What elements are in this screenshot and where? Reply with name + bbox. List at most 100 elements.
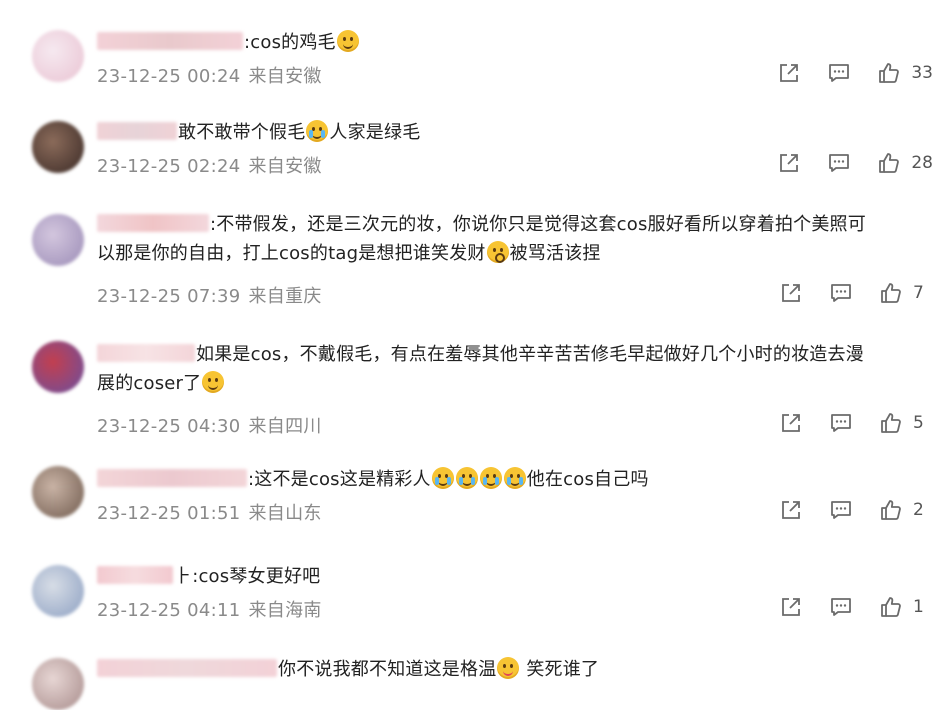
- cry-emoji-icon: [503, 467, 526, 489]
- username-blurred[interactable]: [97, 214, 209, 232]
- comment-actions: 33: [751, 60, 933, 86]
- comment-text-segment: 如果是cos，不戴假毛，有点在羞辱其他辛辛苦苦修毛早起做好几个小时的妆造去漫: [196, 344, 864, 365]
- like-count: 7: [913, 283, 924, 303]
- reply-button[interactable]: [829, 595, 853, 619]
- comment-actions: 5: [753, 410, 933, 436]
- cry-laugh-emoji-icon: [306, 120, 329, 142]
- comment-text-segment: 人家是绿毛: [329, 122, 421, 143]
- share-button[interactable]: [779, 498, 803, 522]
- avatar[interactable]: [32, 658, 84, 710]
- comment-line: 敢不敢带个假毛 人家是绿毛: [97, 118, 935, 147]
- avatar[interactable]: [32, 30, 84, 82]
- like-count: 1: [913, 597, 924, 617]
- share-button[interactable]: [779, 281, 803, 305]
- comment-meta: 23-12-25 04:11 来自海南: [97, 596, 330, 622]
- comment-text-segment: 你不说我都不知道这是格温: [278, 659, 497, 680]
- comment-meta: 23-12-25 00:24 来自安徽: [97, 62, 330, 88]
- comment-text-segment: :cos的鸡毛: [244, 32, 336, 53]
- like-count: 5: [913, 413, 924, 433]
- think-emoji-icon: [202, 371, 225, 393]
- comment-line: :不带假发，还是三次元的妆，你说你只是觉得这套cos服好看所以穿着拍个美照可: [97, 210, 935, 239]
- share-button[interactable]: [777, 151, 801, 175]
- comment-text-segment: ⺊:cos琴女更好吧: [174, 566, 321, 587]
- like-button[interactable]: 1: [879, 595, 933, 619]
- like-button[interactable]: 7: [879, 281, 933, 305]
- reply-button[interactable]: [829, 411, 853, 435]
- comment-text-segment: :不带假发，还是三次元的妆，你说你只是觉得这套cos服好看所以穿着拍个美照可: [210, 214, 866, 235]
- like-button[interactable]: 5: [879, 411, 933, 435]
- comment-icon: [831, 501, 851, 519]
- comment-text-segment: 展的coser了: [97, 373, 202, 394]
- comment-icon: [831, 414, 851, 432]
- avatar[interactable]: [32, 214, 84, 266]
- comment-timestamp: 23-12-25 00:24: [97, 66, 241, 87]
- comment-text-segment: 笑死谁了: [520, 659, 600, 680]
- reply-button[interactable]: [827, 151, 851, 175]
- username-blurred[interactable]: [97, 469, 247, 487]
- username-blurred[interactable]: [97, 32, 243, 50]
- comment-line: 如果是cos，不戴假毛，有点在羞辱其他辛辛苦苦修毛早起做好几个小时的妆造去漫: [97, 340, 935, 369]
- thumbs-up-icon: [879, 63, 900, 83]
- comment-line: :cos的鸡毛: [97, 28, 935, 57]
- share-button[interactable]: [779, 595, 803, 619]
- comment-meta: 23-12-25 07:39 来自重庆: [97, 282, 330, 308]
- like-count: 33: [911, 63, 933, 83]
- username-blurred[interactable]: [97, 566, 173, 584]
- username-blurred[interactable]: [97, 659, 277, 677]
- username-blurred[interactable]: [97, 344, 195, 362]
- thumbs-up-icon: [881, 500, 901, 520]
- cry-emoji-icon: [431, 467, 454, 489]
- reply-button[interactable]: [829, 498, 853, 522]
- share-button[interactable]: [777, 61, 801, 85]
- comment-location: 来自海南: [248, 600, 322, 621]
- comment-location: 来自山东: [248, 503, 322, 524]
- avatar[interactable]: [32, 341, 84, 393]
- tongue-emoji-icon: [497, 657, 520, 679]
- share-icon: [782, 284, 800, 302]
- comment-timestamp: 23-12-25 04:11: [97, 600, 241, 621]
- comment-content: ⺊:cos琴女更好吧: [97, 562, 935, 591]
- share-icon: [782, 501, 800, 519]
- share-button[interactable]: [779, 411, 803, 435]
- comment-line: 以那是你的自由，打上cos的tag是想把谁笑发财 被骂活该捏: [97, 239, 935, 268]
- cry-emoji-icon: [479, 467, 502, 489]
- like-button[interactable]: 33: [877, 61, 933, 85]
- like-count: 28: [911, 153, 933, 173]
- comment-content: :cos的鸡毛: [97, 28, 935, 57]
- thumbs-up-icon: [881, 597, 901, 617]
- reply-button[interactable]: [827, 61, 851, 85]
- thumbs-up-icon: [879, 153, 900, 173]
- comment-location: 来自安徽: [248, 66, 322, 87]
- share-icon: [782, 414, 800, 432]
- comment-location: 来自安徽: [248, 156, 322, 177]
- avatar[interactable]: [32, 565, 84, 617]
- scream-emoji-icon: [486, 241, 509, 263]
- reply-button[interactable]: [829, 281, 853, 305]
- avatar[interactable]: [32, 121, 84, 173]
- comment-content: 如果是cos，不戴假毛，有点在羞辱其他辛辛苦苦修毛早起做好几个小时的妆造去漫展的…: [97, 340, 935, 398]
- comment-text-segment: 以那是你的自由，打上cos的tag是想把谁笑发财: [97, 243, 486, 264]
- comment-timestamp: 23-12-25 07:39: [97, 286, 241, 307]
- comment-line: :这不是cos这是精彩人 他在cos自己吗: [97, 465, 935, 494]
- comment-content: :不带假发，还是三次元的妆，你说你只是觉得这套cos服好看所以穿着拍个美照可以那…: [97, 210, 935, 268]
- avatar[interactable]: [32, 466, 84, 518]
- comment-actions: 7: [753, 280, 933, 306]
- comment-location: 来自重庆: [248, 286, 322, 307]
- like-button[interactable]: 28: [877, 151, 933, 175]
- share-icon: [782, 598, 800, 616]
- comment-actions: 1: [753, 594, 933, 620]
- comment-line: ⺊:cos琴女更好吧: [97, 562, 935, 591]
- username-blurred[interactable]: [97, 122, 177, 140]
- thumbs-up-icon: [881, 413, 901, 433]
- comment-icon: [831, 598, 851, 616]
- comment-text-segment: 敢不敢带个假毛: [178, 122, 306, 143]
- like-button[interactable]: 2: [879, 498, 933, 522]
- comment-meta: 23-12-25 01:51 来自山东: [97, 499, 330, 525]
- comment-icon: [829, 64, 850, 82]
- comment-timestamp: 23-12-25 04:30: [97, 416, 241, 437]
- like-count: 2: [913, 500, 924, 520]
- comment-icon: [829, 154, 850, 172]
- comment-line: 展的coser了: [97, 369, 935, 398]
- comment-line: 你不说我都不知道这是格温 笑死谁了: [97, 655, 935, 684]
- comment-timestamp: 23-12-25 01:51: [97, 503, 241, 524]
